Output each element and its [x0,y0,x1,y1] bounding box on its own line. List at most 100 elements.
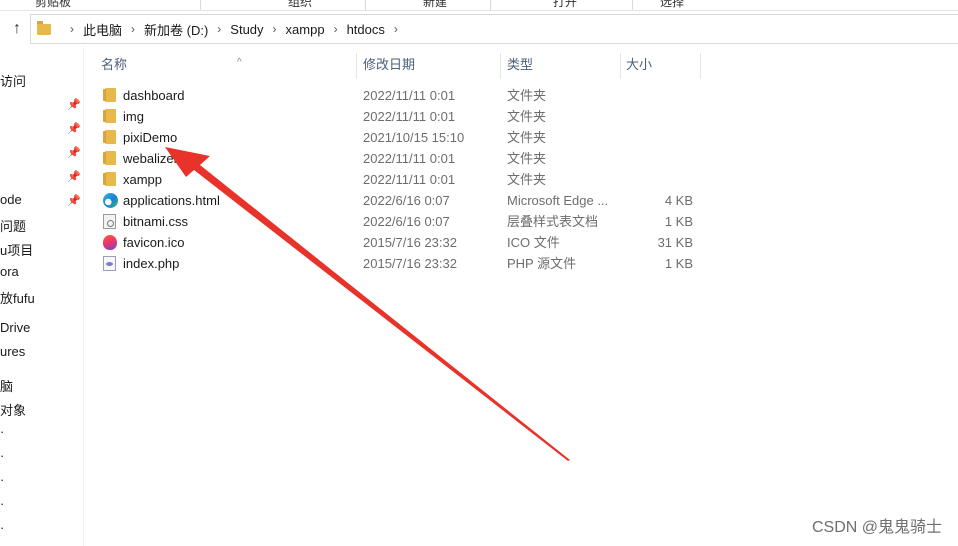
file-date: 2015/7/16 23:32 [363,235,457,250]
breadcrumb-this-pc[interactable]: 此电脑 [83,20,122,39]
up-arrow-icon[interactable]: ↑ [8,19,26,39]
file-type: ICO 文件 [507,235,560,250]
file-name: webalizer [123,151,178,166]
nav-item-stub[interactable]: · [0,472,4,487]
column-header-label: 类型 [507,57,534,72]
nav-item-onedrive[interactable]: Drive [0,320,30,335]
file-date: 2015/7/16 23:32 [363,256,457,271]
file-row-pixidemo[interactable]: pixiDemo 2021/10/15 15:10 文件夹 [98,127,708,148]
file-size: 4 KB [664,193,693,208]
file-name: dashboard [123,88,185,103]
chevron-right-icon[interactable]: › [217,22,221,36]
nav-item-quick-access[interactable]: 访问 [0,71,26,90]
nav-item-vscode[interactable]: ode [0,192,22,207]
file-date: 2022/11/11 0:01 [363,88,456,103]
file-type: PHP 源文件 [507,256,577,271]
nav-item-stub[interactable]: · [0,448,4,463]
column-divider[interactable] [356,53,357,79]
ribbon-divider [632,0,633,10]
address-bar[interactable]: › 此电脑 › 新加卷 (D:) › Study › xampp › htdoc… [30,14,958,44]
file-size: 1 KB [664,256,693,271]
pin-icon: 📌 [67,147,81,159]
nav-item-issues[interactable]: 问题 [0,216,26,235]
ribbon-divider [365,0,366,10]
column-divider[interactable] [620,53,621,79]
file-type: 文件夹 [507,109,547,124]
file-row-xampp[interactable]: xampp 2022/11/11 0:01 文件夹 [98,169,708,190]
file-row-img[interactable]: img 2022/11/11 0:01 文件夹 [98,106,708,127]
file-row-index-php[interactable]: index.php 2015/7/16 23:32 PHP 源文件 1 KB [98,253,708,274]
file-date: 2022/6/16 0:07 [363,214,450,229]
breadcrumb-xampp[interactable]: xampp [286,22,325,37]
chevron-right-icon[interactable]: › [394,22,398,36]
file-row-bitnami-css[interactable]: bitnami.css 2022/6/16 0:07 层叠样式表文档 1 KB [98,211,708,232]
file-name: applications.html [123,193,220,208]
file-row-favicon-ico[interactable]: favicon.ico 2015/7/16 23:32 ICO 文件 31 KB [98,232,708,253]
pin-icon: 📌 [67,195,81,207]
chevron-right-icon[interactable]: › [334,22,338,36]
file-name: img [123,109,144,124]
ribbon-label-organize: 组织 [288,0,313,9]
folder-icon [103,109,116,123]
pin-icon: 📌 [67,99,81,111]
nav-item-stub[interactable]: · [0,496,4,511]
file-size: 31 KB [657,235,693,250]
navigation-pane: 访问 📌 📌 📌 📌 ode 📌 问题 u项目 ora 放fufu Drive … [0,47,84,546]
file-name: xampp [123,172,163,187]
file-row-webalizer[interactable]: webalizer 2022/11/11 0:01 文件夹 [98,148,708,169]
chevron-right-icon[interactable]: › [70,22,74,36]
pin-icon: 📌 [67,171,81,183]
file-date: 2021/10/15 15:10 [363,130,465,145]
file-date: 2022/11/11 0:01 [363,172,456,187]
nav-item-this-pc[interactable]: 脑 [0,376,13,395]
file-name: bitnami.css [123,214,189,229]
column-header-label: 名称 [101,57,128,72]
ico-file-icon [103,235,117,250]
ribbon-label-select: 选择 [660,0,685,9]
column-header-type[interactable]: 类型 [507,55,617,81]
file-row-dashboard[interactable]: dashboard 2022/11/11 0:01 文件夹 [98,85,708,106]
watermark: CSDN @鬼鬼骑士 [811,519,942,536]
nav-item-pictures[interactable]: ures [0,344,25,359]
file-size: 1 KB [664,214,693,229]
folder-icon [37,20,51,35]
nav-item-stub[interactable]: · [0,424,4,439]
breadcrumb-drive-d[interactable]: 新加卷 (D:) [144,20,208,39]
nav-item-3d-objects[interactable]: 对象 [0,400,26,419]
php-file-icon [103,256,116,271]
chevron-right-icon[interactable]: › [131,22,135,36]
css-file-icon [103,214,116,229]
nav-item-stub[interactable]: · [0,520,4,535]
column-header-size[interactable]: 大小 [626,55,696,81]
file-date: 2022/11/11 0:01 [363,151,456,166]
column-header-name[interactable]: ^ 名称 [101,55,351,81]
column-header-date[interactable]: 修改日期 [363,55,498,81]
column-divider[interactable] [500,53,501,79]
breadcrumb-study[interactable]: Study [230,22,263,37]
file-type: Microsoft Edge ... [507,193,609,208]
nav-item-ora[interactable]: ora [0,264,19,279]
column-header-label: 大小 [626,57,653,72]
sort-ascending-icon: ^ [237,57,242,68]
pin-icon: 📌 [67,123,81,135]
file-name: index.php [123,256,180,271]
file-list: ^ 名称 修改日期 类型 大小 dashboard 2022/11/11 0:0… [84,47,958,546]
file-type: 文件夹 [507,130,547,145]
nav-item-project[interactable]: u项目 [0,240,33,259]
nav-item-fufu[interactable]: 放fufu [0,288,35,307]
folder-icon [103,172,116,186]
ribbon-divider [200,0,201,10]
file-date: 2022/6/16 0:07 [363,193,450,208]
chevron-right-icon[interactable]: › [273,22,277,36]
file-type: 文件夹 [507,172,547,187]
file-row-applications-html[interactable]: applications.html 2022/6/16 0:07 Microso… [98,190,708,211]
navigation-bar: ↑ › 此电脑 › 新加卷 (D:) › Study › xampp › htd… [0,11,958,47]
ribbon-label-open: 打开 [553,0,578,9]
file-name: favicon.ico [123,235,185,250]
ribbon-label-clipboard: 剪贴板 [35,0,72,9]
breadcrumb-htdocs[interactable]: htdocs [347,22,385,37]
file-date: 2022/11/11 0:01 [363,109,456,124]
file-type: 层叠样式表文档 [507,214,599,229]
ribbon-label-new: 新建 [423,0,448,9]
column-divider[interactable] [700,53,701,79]
